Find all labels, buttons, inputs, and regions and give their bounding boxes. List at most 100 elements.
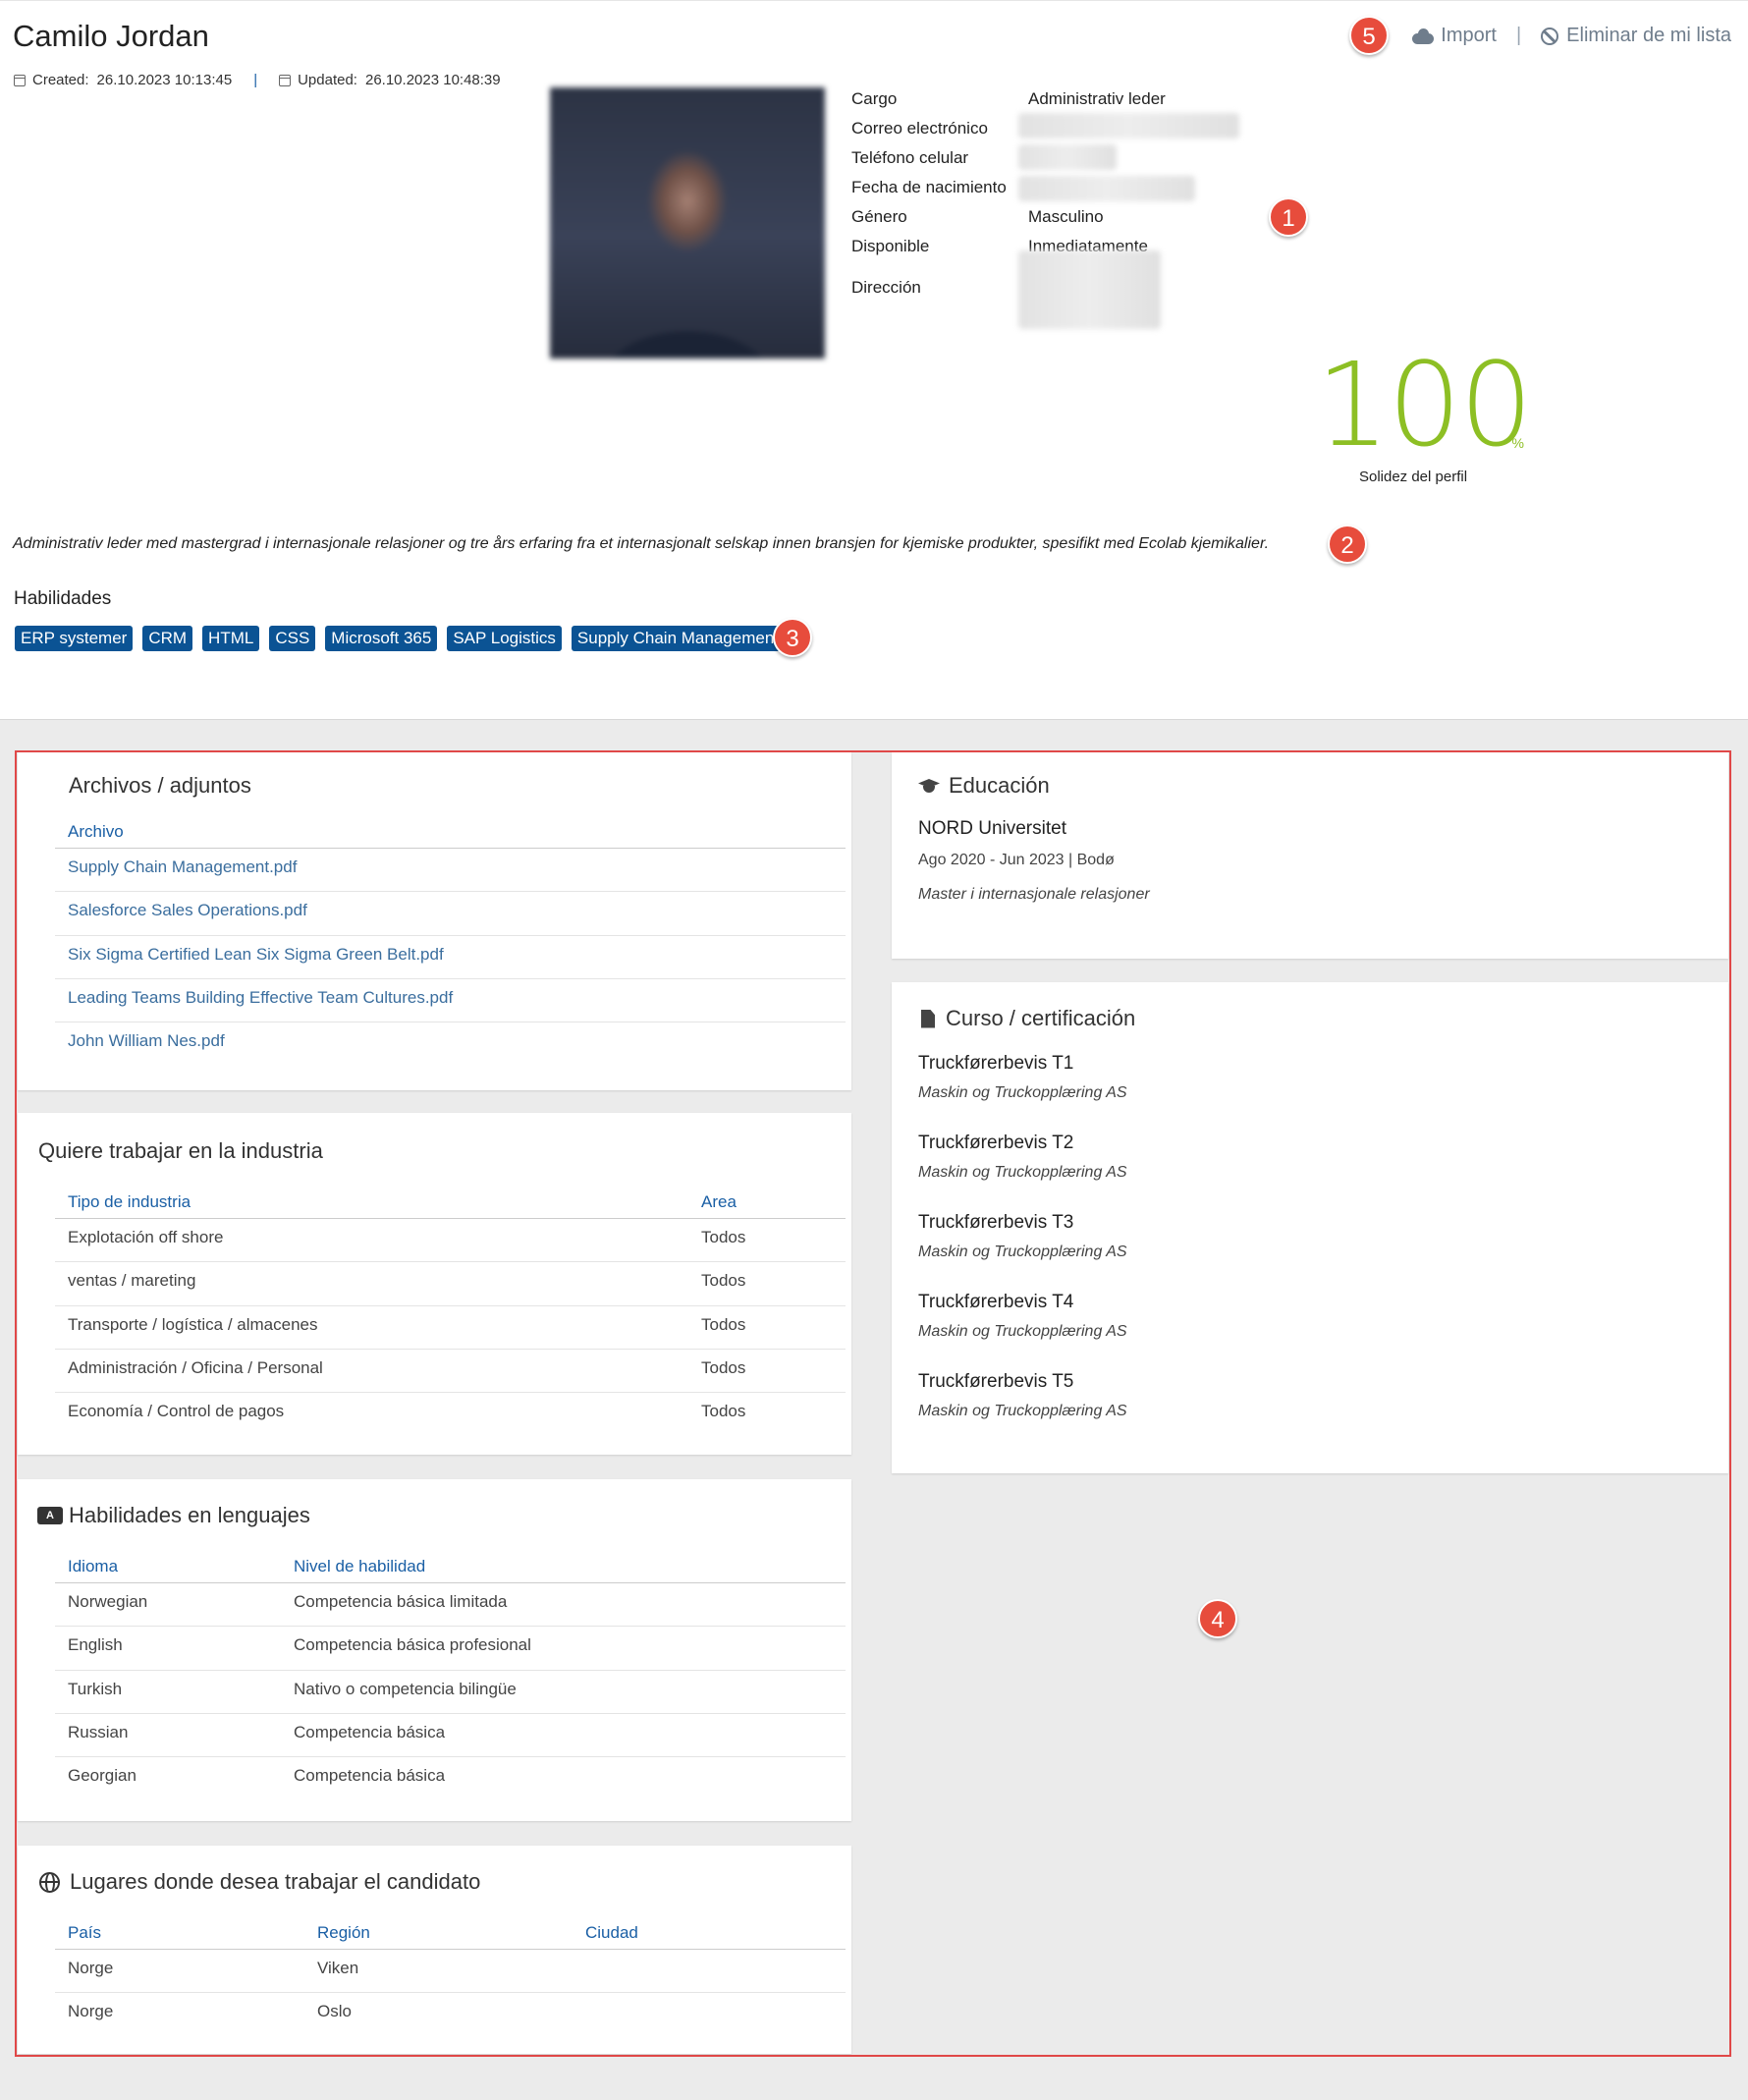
table-row: Georgian Competencia básica bbox=[68, 1766, 446, 1786]
file-column-header[interactable]: Archivo bbox=[68, 822, 124, 842]
birth-value-redacted bbox=[1018, 176, 1195, 201]
table-row: Administración / Oficina / Personal Todos bbox=[55, 1350, 846, 1394]
gender-label: Género bbox=[851, 207, 907, 226]
address-label: Dirección bbox=[851, 278, 921, 297]
skills-title: Habilidades bbox=[14, 588, 112, 609]
table-row: ventas / mareting Todos bbox=[55, 1262, 846, 1306]
email-label: Correo electrónico bbox=[851, 119, 988, 138]
birth-label: Fecha de nacimiento bbox=[851, 178, 1007, 196]
table-row: Norge Oslo bbox=[68, 2002, 352, 2021]
header-actions: Import | Eliminar de mi lista bbox=[1412, 25, 1731, 47]
calendar-icon bbox=[14, 74, 26, 86]
callout-badge-4: 4 bbox=[1198, 1599, 1237, 1638]
skill-tag: SAP Logistics bbox=[447, 626, 562, 651]
file-link[interactable]: Salesforce Sales Operations.pdf bbox=[55, 892, 846, 936]
country-header[interactable]: País bbox=[68, 1923, 101, 1943]
file-link[interactable]: John William Nes.pdf bbox=[55, 1022, 846, 1066]
address-value-redacted bbox=[1018, 250, 1161, 329]
city-header[interactable]: Ciudad bbox=[585, 1923, 638, 1943]
languages-table: Idioma Nivel de habilidad Norwegian Compe… bbox=[55, 1548, 846, 1800]
languages-panel: A Habilidades en lenguajes Idioma Nivel … bbox=[18, 1479, 851, 1821]
created-value: 26.10.2023 10:13:45 bbox=[96, 72, 233, 88]
created-label: Created: bbox=[32, 72, 89, 88]
updated-label: Updated: bbox=[298, 72, 357, 88]
ban-icon bbox=[1541, 27, 1559, 45]
graduation-cap-icon bbox=[917, 777, 941, 795]
courses-title: Curso / certificación bbox=[946, 1006, 1136, 1030]
courses-heading: Curso / certificación bbox=[917, 1006, 1135, 1031]
email-value-redacted bbox=[1018, 113, 1239, 138]
remove-from-list-button[interactable]: Eliminar de mi lista bbox=[1541, 25, 1731, 47]
places-title: Lugares donde desea trabajar el candidat… bbox=[70, 1869, 481, 1894]
course-name: Truckførerbevis T5 bbox=[918, 1371, 1074, 1392]
phone-value-redacted bbox=[1018, 144, 1117, 170]
skill-level-header[interactable]: Nivel de habilidad bbox=[294, 1557, 425, 1576]
table-row: Economía / Control de pagos Todos bbox=[68, 1402, 746, 1421]
profile-strength: 100 % Solidez del perfil bbox=[1316, 337, 1533, 485]
course-name: Truckførerbevis T3 bbox=[918, 1212, 1074, 1233]
callout-badge-1: 1 bbox=[1269, 197, 1308, 237]
cloud-download-icon bbox=[1412, 28, 1435, 44]
cargo-label: Cargo bbox=[851, 89, 898, 108]
course-provider: Maskin og Truckopplæring AS bbox=[918, 1243, 1127, 1260]
file-link[interactable]: Leading Teams Building Effective Team Cu… bbox=[55, 979, 846, 1023]
file-link[interactable]: Six Sigma Certified Lean Six Sigma Green… bbox=[55, 936, 846, 979]
places-panel: Lugares donde desea trabajar el candidat… bbox=[18, 1846, 851, 2054]
profile-strength-value: 100 bbox=[1316, 337, 1533, 472]
education-school: NORD Universitet bbox=[918, 818, 1066, 839]
candidate-photo bbox=[550, 87, 825, 359]
remove-label: Eliminar de mi lista bbox=[1566, 25, 1731, 46]
languages-heading: A Habilidades en lenguajes bbox=[37, 1503, 310, 1528]
places-table: País Región Ciudad Norge Viken Norge Oslo bbox=[55, 1914, 846, 2037]
skill-tag: ERP systemer bbox=[15, 626, 134, 651]
course-provider: Maskin og Truckopplæring AS bbox=[918, 1084, 1127, 1101]
area-header[interactable]: Area bbox=[701, 1192, 737, 1212]
file-link[interactable]: Supply Chain Management.pdf bbox=[55, 849, 846, 893]
table-row: Norwegian Competencia básica limitada bbox=[55, 1583, 846, 1628]
region-header[interactable]: Región bbox=[317, 1923, 370, 1943]
profile-strength-unit: % bbox=[1511, 435, 1524, 451]
course-name: Truckførerbevis T2 bbox=[918, 1133, 1074, 1153]
files-title: Archivos / adjuntos bbox=[69, 773, 251, 798]
course-provider: Maskin og Truckopplæring AS bbox=[918, 1403, 1127, 1419]
import-button[interactable]: Import bbox=[1412, 25, 1497, 47]
education-period: Ago 2020 - Jun 2023 | Bodø bbox=[918, 852, 1115, 868]
files-panel: Archivos / adjuntos Archivo Supply Chain… bbox=[18, 752, 851, 1090]
globe-icon bbox=[39, 1871, 60, 1893]
table-row: Russian Competencia básica bbox=[55, 1714, 846, 1758]
actions-separator: | bbox=[1515, 25, 1522, 46]
table-row: Transporte / logística / almacenes Todos bbox=[55, 1306, 846, 1350]
table-row: Turkish Nativo o competencia bilingüe bbox=[55, 1671, 846, 1714]
industry-panel: Quiere trabajar en la industria Tipo de … bbox=[18, 1113, 851, 1455]
education-heading: Educación bbox=[917, 773, 1050, 799]
calendar-icon bbox=[279, 74, 292, 86]
skill-tag: HTML bbox=[202, 626, 260, 651]
industry-type-header[interactable]: Tipo de industria bbox=[68, 1192, 191, 1212]
table-row: Norge Viken bbox=[55, 1950, 846, 1994]
callout-badge-5: 5 bbox=[1349, 16, 1389, 55]
files-table: Archivo Supply Chain Management.pdf Sale… bbox=[55, 813, 846, 1066]
languages-title: Habilidades en lenguajes bbox=[69, 1503, 310, 1527]
gender-value: Masculino bbox=[1028, 207, 1104, 226]
course-name: Truckførerbevis T1 bbox=[918, 1053, 1074, 1074]
language-header[interactable]: Idioma bbox=[68, 1557, 118, 1576]
callout-badge-2: 2 bbox=[1328, 525, 1367, 564]
document-icon bbox=[921, 1009, 935, 1028]
course-provider: Maskin og Truckopplæring AS bbox=[918, 1164, 1127, 1181]
phone-label: Teléfono celular bbox=[851, 148, 969, 167]
meta-separator: | bbox=[253, 72, 258, 88]
language-icon: A bbox=[37, 1507, 63, 1524]
timestamps: Created: 26.10.2023 10:13:45 | Updated: … bbox=[14, 72, 501, 88]
skill-tag: CSS bbox=[269, 626, 316, 651]
cargo-value: Administrativ leder bbox=[1028, 89, 1166, 108]
industry-title: Quiere trabajar en la industria bbox=[38, 1138, 323, 1163]
profile-header: Camilo Jordan Created: 26.10.2023 10:13:… bbox=[0, 0, 1748, 719]
table-row: English Competencia básica profesional bbox=[55, 1627, 846, 1671]
profile-summary: Administrativ leder med mastergrad i int… bbox=[13, 535, 1270, 552]
places-heading: Lugares donde desea trabajar el candidat… bbox=[39, 1869, 480, 1895]
education-title: Educación bbox=[949, 773, 1050, 798]
available-label: Disponible bbox=[851, 237, 930, 255]
course-provider: Maskin og Truckopplæring AS bbox=[918, 1323, 1127, 1340]
updated-value: 26.10.2023 10:48:39 bbox=[364, 72, 501, 88]
table-row: Explotación off shore Todos bbox=[55, 1219, 846, 1263]
